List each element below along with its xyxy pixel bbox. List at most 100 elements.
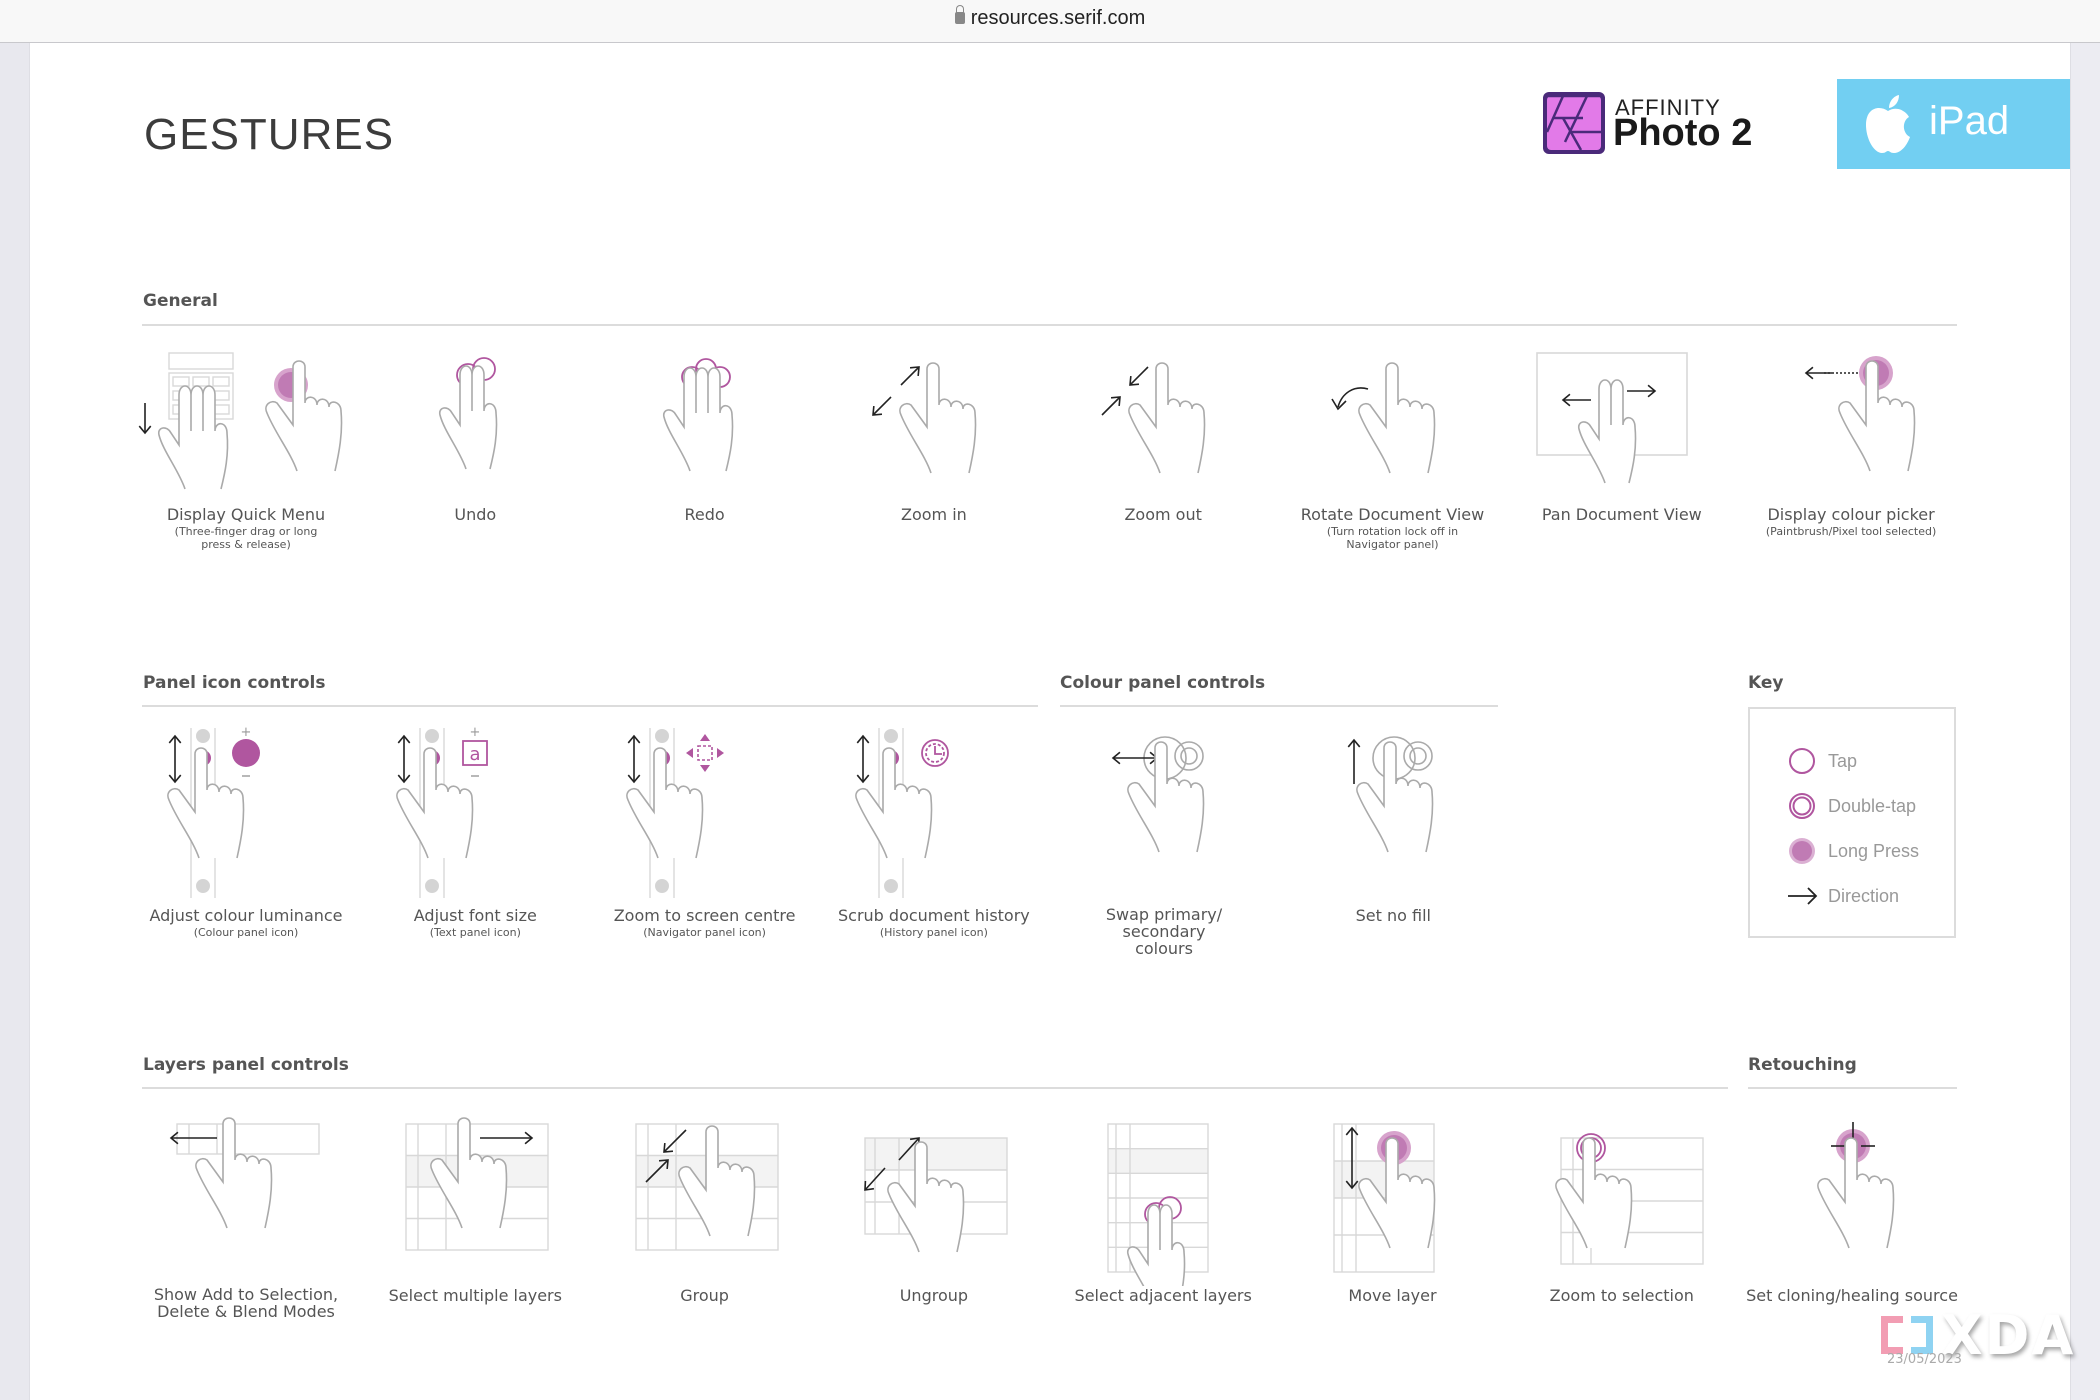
- hand-icon: [1356, 741, 1434, 853]
- left-arrow-icon: [1804, 366, 1833, 380]
- colour-swatch-icon: [232, 739, 260, 767]
- hand-icon: [625, 747, 703, 859]
- layer-swipe-right-gesture-icon: [405, 1117, 549, 1251]
- gesture-item-zoom-out: Zoom out: [1048, 345, 1278, 525]
- down-arrow-icon: [138, 403, 152, 435]
- gesture-label: Select multiple layers: [388, 1286, 562, 1305]
- colour-picker-gesture-icon: [1804, 356, 1916, 472]
- gesture-sublabel: (Colour panel icon): [193, 926, 299, 939]
- swap-colours-gesture-icon: [1111, 736, 1205, 853]
- right-gutter: [2070, 43, 2100, 1400]
- left-right-arrow-icon: [1135, 751, 1159, 765]
- tap-icon: [1789, 748, 1815, 774]
- section-title-key: Key: [1748, 673, 1784, 693]
- url-text: resources.serif.com: [970, 7, 1146, 29]
- diagonal-arrow-in-icon: [662, 1129, 687, 1153]
- gesture-sublabel: (Three-finger drag or long press & relea…: [174, 525, 318, 551]
- gesture-label: Zoom to selection: [1549, 1286, 1694, 1305]
- panel-navigator-gesture-icon: [625, 728, 724, 898]
- gesture-label: Redo: [684, 505, 725, 524]
- layer-swipe-left-gesture-icon: [169, 1117, 320, 1229]
- browser-address-bar: resources.serif.com: [0, 0, 2100, 43]
- diagonal-arrow-out-icon: [872, 396, 892, 416]
- key-item-long-press: Long Press: [1784, 835, 1919, 867]
- gesture-item-layer-swipe-right: Select multiple layers: [360, 1110, 590, 1306]
- key-item-direction: Direction: [1784, 880, 1899, 912]
- plus-icon: +: [470, 726, 481, 740]
- hand-icon: [396, 747, 474, 859]
- gesture-label: Set cloning/healing source: [1746, 1286, 1958, 1305]
- gesture-item-rotate: Rotate Document View (Turn rotation lock …: [1278, 345, 1508, 551]
- quick-menu-panel-icon: [168, 352, 234, 370]
- gesture-sublabel: (Turn rotation lock off in Navigator pan…: [1326, 525, 1459, 551]
- xda-watermark: XDA 23/05/2023: [1875, 1304, 2075, 1380]
- gesture-item-clone-source: Set cloning/healing source: [1737, 1110, 1967, 1306]
- gesture-label: Swap primary/ secondary colours: [1105, 905, 1223, 958]
- gesture-item-layer-adjacent: Select adjacent layers: [1048, 1110, 1278, 1306]
- double-tap-icon: [1789, 793, 1815, 819]
- gesture-label: Display Quick Menu: [166, 505, 326, 524]
- hand-icon: [430, 1117, 508, 1229]
- up-down-arrow-icon: [856, 759, 870, 784]
- gesture-label: Adjust font size: [413, 906, 537, 925]
- layer-zoom-gesture-icon: [1555, 1133, 1704, 1265]
- lock-icon: [954, 5, 965, 24]
- gesture-item-panel-colour: + Adjust colour luminance (Colour panel ic…: [131, 726, 361, 939]
- no-fill-gesture-icon: [1347, 736, 1434, 853]
- gesture-item-layer-swipe-left: Show Add to Selection, Delete & Blend Mo…: [131, 1110, 361, 1320]
- gesture-item-quick-menu: Display Quick Menu (Three-finger drag or …: [131, 345, 361, 551]
- gesture-label: Show Add to Selection, Delete & Blend Mo…: [153, 1285, 339, 1321]
- brand-product-label: Photo 2: [1613, 112, 1753, 154]
- panel-colour-gesture-icon: +: [167, 726, 260, 898]
- history-panel-icon: [920, 739, 949, 767]
- layers-panel-icon: [176, 1123, 320, 1155]
- up-down-arrow-icon: [627, 759, 640, 784]
- gesture-label: Adjust colour luminance: [149, 906, 343, 925]
- up-down-arrow-icon: [397, 759, 411, 784]
- gesture-item-swap-colours: Swap primary/ secondary colours: [1049, 726, 1279, 957]
- url-display[interactable]: resources.serif.com: [0, 5, 2100, 30]
- panel-text-gesture-icon: a+: [396, 726, 489, 898]
- section-title-layers: Layers panel controls: [143, 1055, 349, 1075]
- three-finger-hand-icon: [662, 367, 733, 472]
- hand-icon: [1357, 362, 1435, 474]
- gesture-label: Display colour picker: [1767, 505, 1935, 524]
- left-right-arrow-icon: [1111, 751, 1135, 765]
- layer-group-gesture-icon: [634, 1123, 779, 1251]
- hand-icon: [677, 1125, 755, 1237]
- layer-ungroup-gesture-icon: [864, 1137, 1008, 1253]
- diagonal-arrow-in-icon: [1129, 366, 1149, 386]
- navigator-panel-icon: [685, 734, 724, 772]
- direction-arrow-icon: [1788, 887, 1818, 905]
- section-divider: [142, 705, 1038, 707]
- section-divider: [142, 324, 1957, 326]
- up-down-arrow-icon: [627, 734, 640, 759]
- section-title-panel-icon: Panel icon controls: [143, 673, 326, 693]
- up-down-arrow-icon: [168, 759, 182, 784]
- gesture-sublabel: (History panel icon): [879, 926, 988, 939]
- gesture-item-zoom-in: Zoom in: [819, 345, 1049, 525]
- section-divider: [1748, 1087, 1957, 1089]
- left-arrow-icon: [169, 1131, 217, 1145]
- section-divider: [1060, 705, 1498, 707]
- gesture-item-pan: Pan Document View: [1507, 345, 1737, 525]
- up-down-arrow-icon: [397, 734, 411, 759]
- key-label: Tap: [1828, 750, 1858, 771]
- hand-icon: [1838, 360, 1916, 472]
- rotate-gesture-icon: [1330, 362, 1435, 474]
- hand-icon: [899, 362, 977, 474]
- hand-icon: [855, 747, 933, 859]
- xda-bracket-right-icon: [1911, 1316, 1933, 1354]
- text-panel-icon: a: [470, 744, 481, 765]
- layer-adjacent-gesture-icon: [1107, 1123, 1209, 1286]
- gesture-label: Scrub document history: [838, 906, 1030, 925]
- apple-logo-icon: [1866, 95, 1910, 153]
- key-item-double-tap: Double-tap: [1784, 790, 1916, 822]
- two-finger-hand-icon: [1577, 379, 1637, 484]
- gesture-item-panel-history: Scrub document history (History panel ico…: [819, 726, 1049, 939]
- section-title-retouching: Retouching: [1748, 1055, 1857, 1075]
- section-title-colour-panel: Colour panel controls: [1060, 673, 1266, 693]
- key-label: Long Press: [1828, 840, 1920, 861]
- gesture-sublabel: (Navigator panel icon): [643, 926, 766, 939]
- diagonal-arrow-out-icon: [900, 366, 920, 386]
